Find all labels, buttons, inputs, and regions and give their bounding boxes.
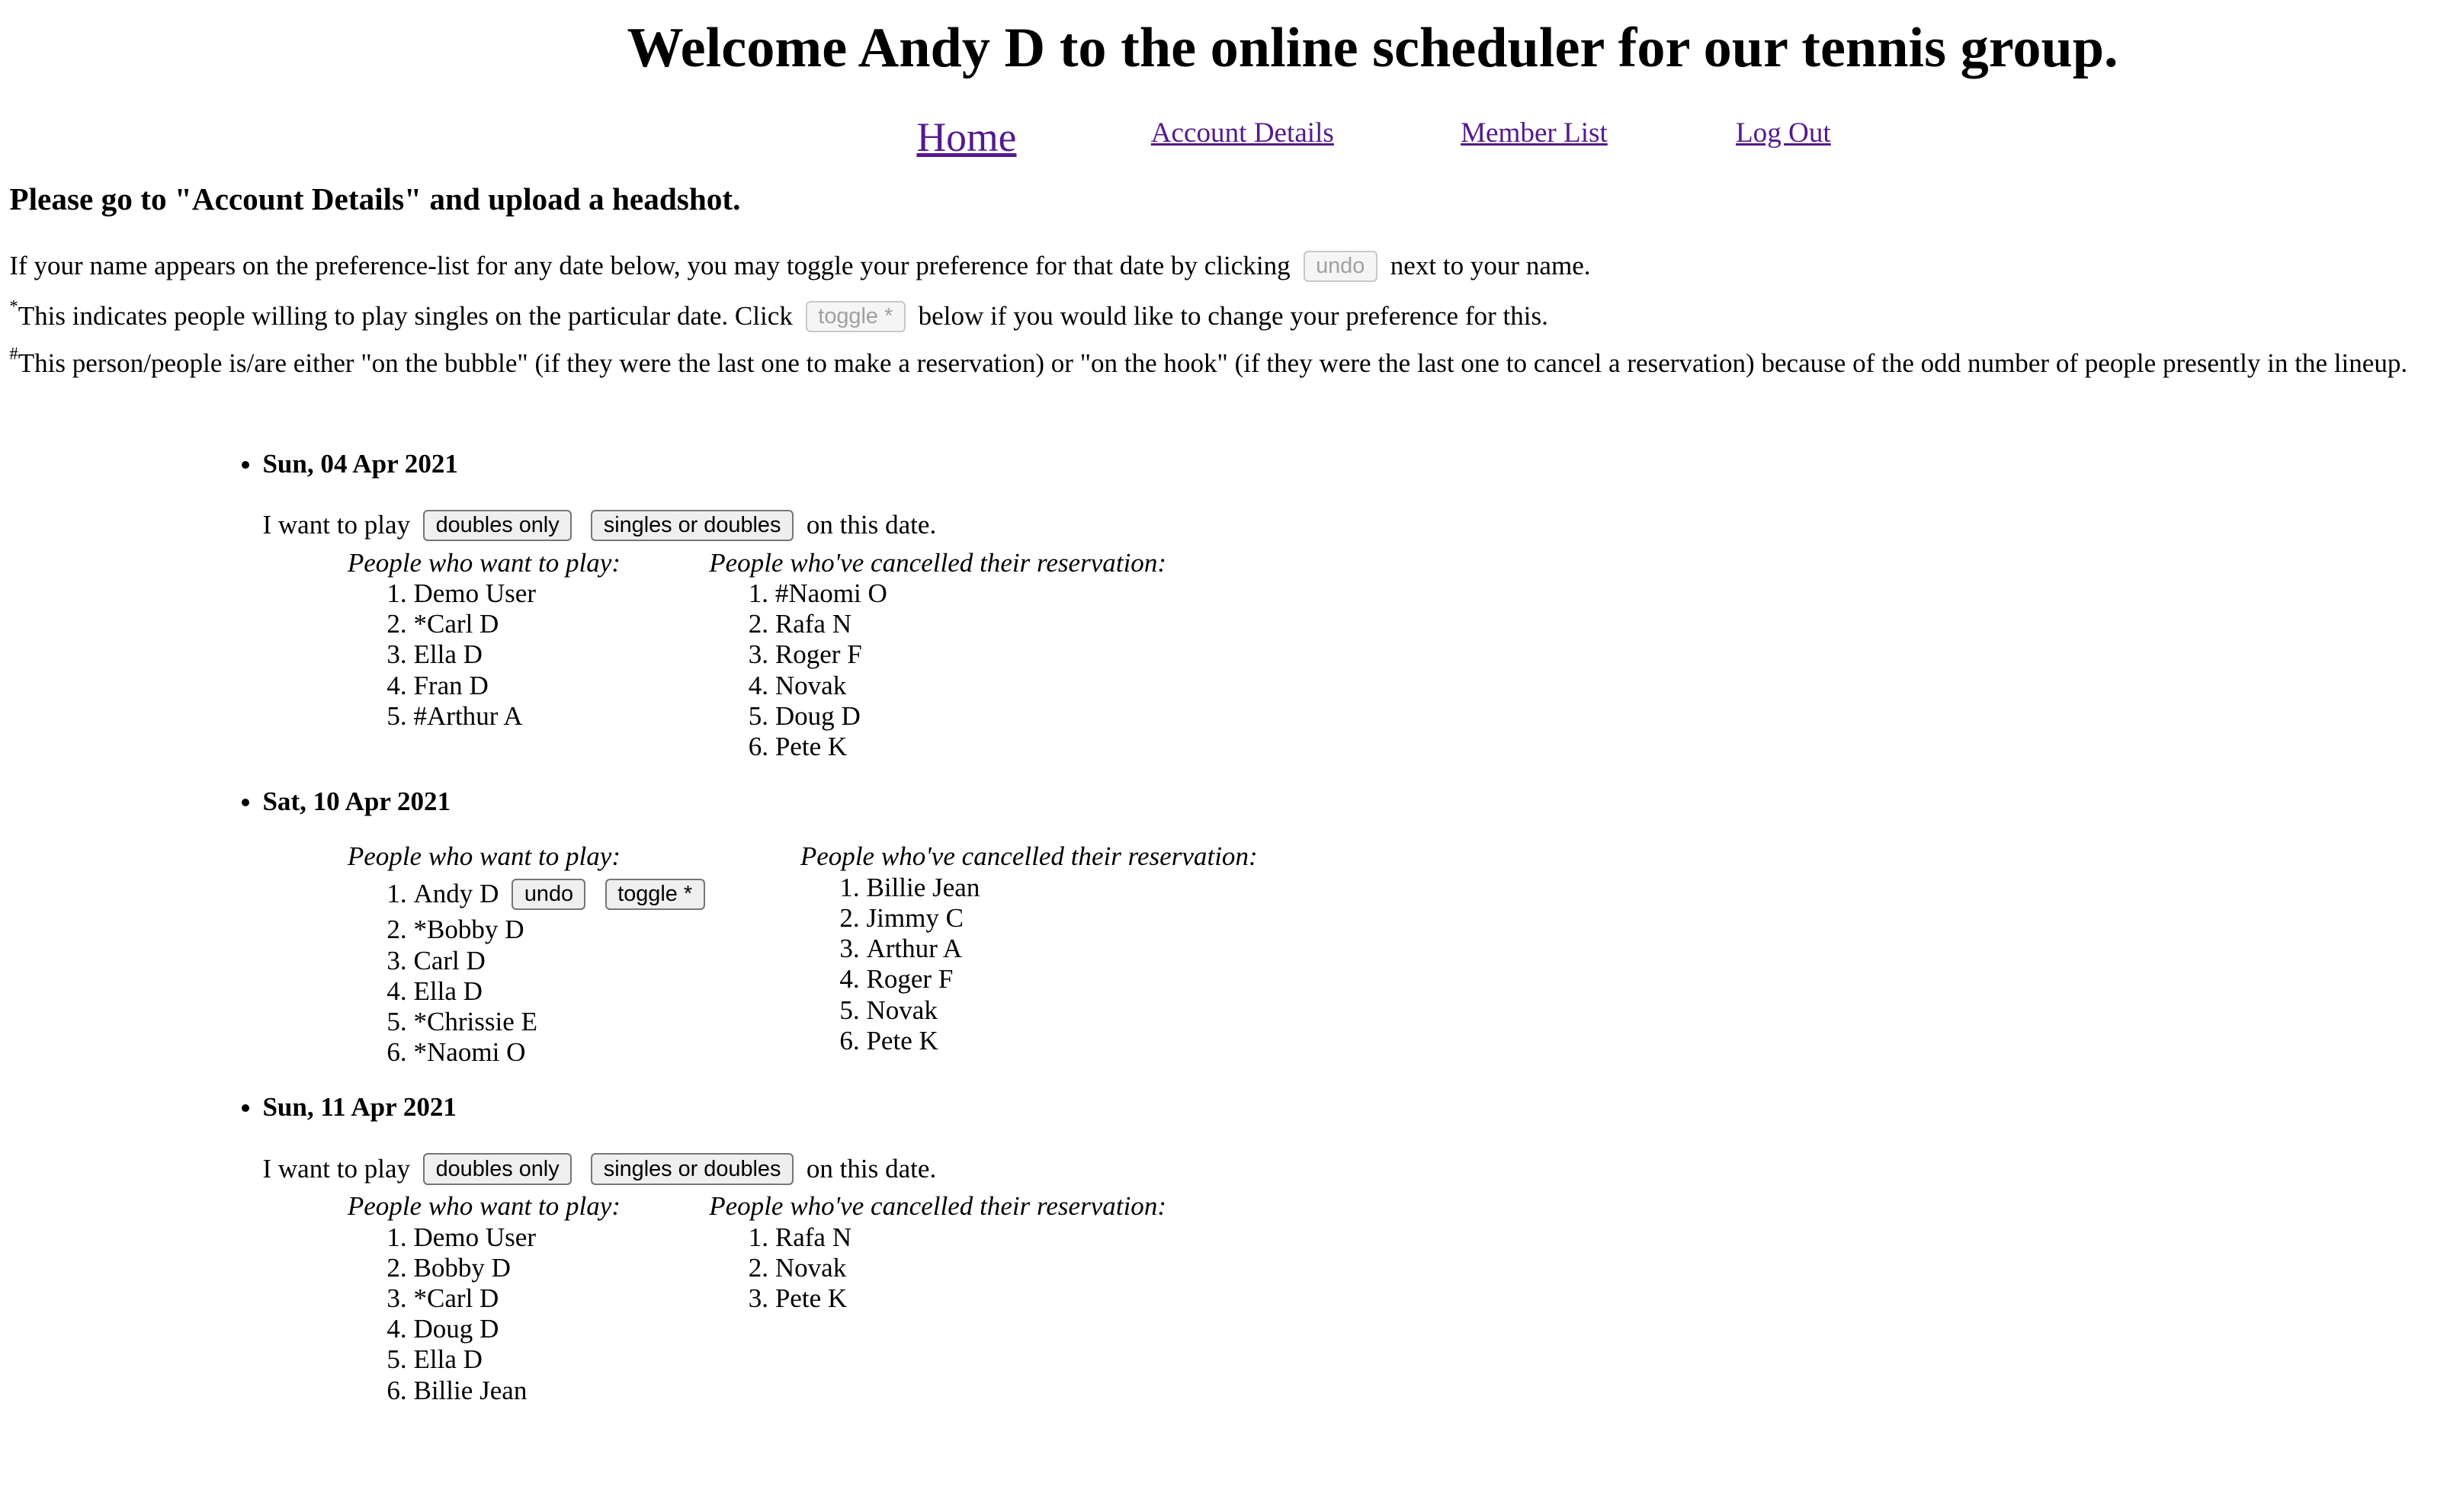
play-preference-row: I want to play doubles only singles or d… [262,1147,2446,1191]
player-item: Ella D [413,976,800,1007]
cancelled-item: Novak [866,995,1257,1026]
players-list: Demo User *Carl D Ella D Fran D #Arthur … [348,578,709,732]
player-item: Billie Jean [413,1376,709,1406]
want-pre-text: I want to play [262,1153,411,1184]
cancelled-item: Novak [775,1253,1166,1283]
page: Welcome Andy D to the online scheduler f… [0,0,2446,1428]
cancelled-item: Pete K [775,1283,1166,1314]
toggle-singles-button[interactable]: toggle * [605,878,705,910]
players-column: People who want to play: Andy D undo tog… [348,841,800,1068]
lists-row: People who want to play: Demo User *Carl… [262,547,2446,763]
cancelled-header: People who've cancelled their reservatio… [709,547,1167,578]
asterisk-mark: * [9,296,18,316]
nav-bar: Home Account Details Member List Log Out [0,91,2446,180]
player-item: *Carl D [413,609,709,639]
instruction-singles-post: below if you would like to change your p… [918,300,1548,331]
cancelled-item: Rafa N [775,1222,1166,1253]
cancelled-list: Billie Jean Jimmy C Arthur A Roger F Nov… [800,873,1258,1056]
headshot-notice: Please go to "Account Details" and uploa… [9,181,741,217]
cancelled-list: Rafa N Novak Pete K [709,1222,1166,1315]
player-item: #Arthur A [413,701,709,732]
date-item: Sun, 11 Apr 2021 I want to play doubles … [262,1090,2446,1427]
cancelled-item: Rafa N [775,609,1166,639]
cancelled-header: People who've cancelled their reservatio… [800,841,1258,872]
player-item: Demo User [413,1222,709,1253]
nav-member-list-link[interactable]: Member List [1461,117,1608,149]
player-item: *Bobby D [413,915,800,945]
date-list: Sun, 04 Apr 2021 I want to play doubles … [0,447,2446,1428]
doubles-only-button[interactable]: doubles only [423,1153,572,1185]
date-label: Sat, 10 Apr 2021 [262,786,451,817]
players-header: People who want to play: [347,841,621,872]
want-post-text: on this date. [806,510,937,540]
player-item-self: Andy D undo toggle * [413,873,800,915]
instruction-bubble: #This person/people is/are either "on th… [9,344,2446,380]
player-item: Ella D [413,1344,709,1375]
cancelled-item: Billie Jean [866,873,1257,903]
instruction-undo: If your name appears on the preference-l… [9,248,2446,283]
instruction-bubble-text: This person/people is/are either "on the… [18,348,2408,378]
example-undo-button: undo [1303,250,1377,282]
lists-row: People who want to play: Andy D undo tog… [262,841,2446,1068]
player-name: Andy D [413,878,499,908]
nav-account-details-link[interactable]: Account Details [1151,117,1334,149]
player-item: Bobby D [413,1253,709,1283]
nav-home-link[interactable]: Home [916,114,1016,161]
singles-or-doubles-button[interactable]: singles or doubles [591,509,794,541]
date-label: Sun, 04 Apr 2021 [262,448,458,479]
players-list: Andy D undo toggle * *Bobby D Carl D Ell… [348,873,800,1068]
cancelled-item: Pete K [775,732,1166,762]
cancelled-item: Roger F [775,639,1166,670]
instruction-undo-pre: If your name appears on the preference-l… [9,250,1291,280]
nav-log-out-link[interactable]: Log Out [1736,117,1831,149]
player-item: *Naomi O [413,1037,800,1068]
page-title: Welcome Andy D to the online scheduler f… [627,16,2118,79]
lists-row: People who want to play: Demo User Bobby… [262,1190,2446,1406]
cancelled-item: Arthur A [866,934,1257,964]
cancelled-list: #Naomi O Rafa N Roger F Novak Doug D Pet… [709,578,1166,762]
undo-button[interactable]: undo [512,878,586,910]
want-pre-text: I want to play [262,510,411,540]
players-header: People who want to play: [347,547,621,578]
player-item: Fran D [413,671,709,701]
singles-or-doubles-button[interactable]: singles or doubles [591,1153,794,1185]
cancelled-column: People who've cancelled their reservatio… [709,547,1166,763]
cancelled-column: People who've cancelled their reservatio… [800,841,1258,1068]
players-header: People who want to play: [347,1191,621,1222]
player-item: Doug D [413,1314,709,1344]
instruction-singles: *This indicates people willing to play s… [9,296,2446,333]
date-label: Sun, 11 Apr 2021 [262,1092,457,1123]
want-post-text: on this date. [806,1153,937,1184]
players-column: People who want to play: Demo User Bobby… [348,1190,709,1406]
player-item: *Carl D [413,1283,709,1314]
example-toggle-button: toggle * [805,300,906,332]
cancelled-item: Pete K [866,1026,1257,1056]
players-list: Demo User Bobby D *Carl D Doug D Ella D … [348,1222,709,1406]
cancelled-header: People who've cancelled their reservatio… [709,1191,1167,1222]
players-column: People who want to play: Demo User *Carl… [348,547,709,763]
player-item: *Chrissie E [413,1007,800,1037]
player-item: Demo User [413,578,709,609]
instruction-singles-pre: This indicates people willing to play si… [18,300,793,331]
cancelled-column: People who've cancelled their reservatio… [709,1190,1166,1406]
date-item: Sat, 10 Apr 2021 People who want to play… [262,784,2446,1090]
instructions: If your name appears on the preference-l… [0,248,2446,380]
hash-mark: # [9,344,18,364]
player-item: Ella D [413,639,709,670]
date-item: Sun, 04 Apr 2021 I want to play doubles … [262,447,2446,784]
cancelled-item: Jimmy C [866,903,1257,934]
cancelled-item: Doug D [775,701,1166,732]
play-preference-row: I want to play doubles only singles or d… [262,503,2446,547]
doubles-only-button[interactable]: doubles only [423,509,572,541]
instruction-undo-post: next to your name. [1390,250,1591,280]
cancelled-item: Roger F [866,964,1257,995]
cancelled-item: #Naomi O [775,578,1166,609]
player-item: Carl D [413,946,800,976]
cancelled-item: Novak [775,671,1166,701]
